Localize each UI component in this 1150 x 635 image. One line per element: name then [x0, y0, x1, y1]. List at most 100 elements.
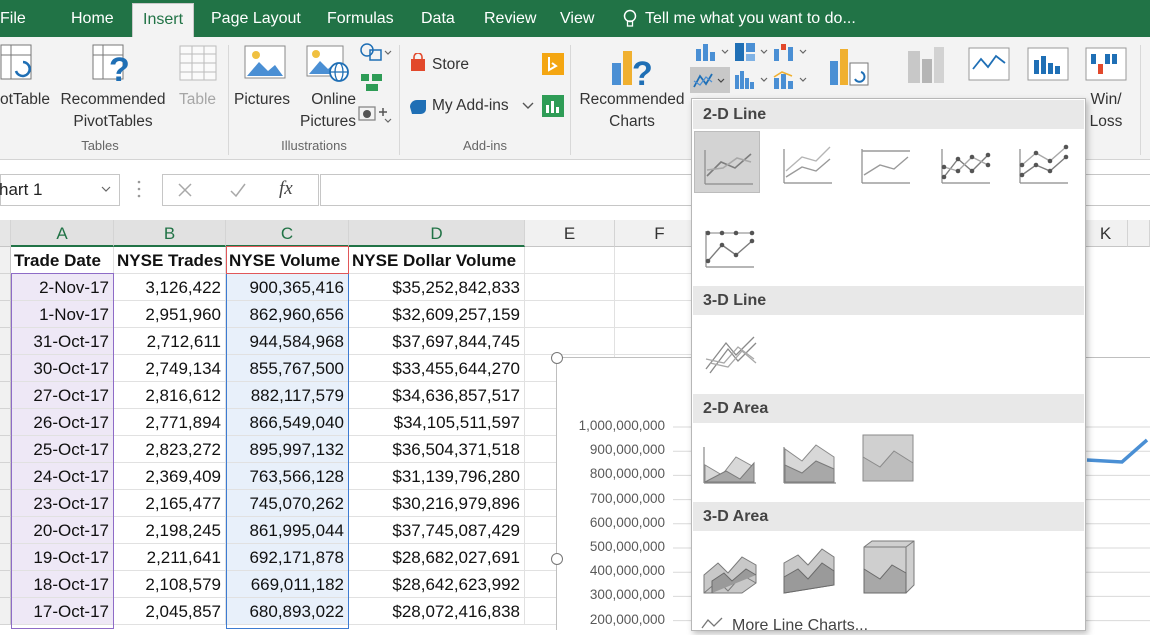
- table-cell[interactable]: $37,697,844,745: [349, 328, 525, 355]
- row-header[interactable]: [0, 382, 11, 409]
- table-cell[interactable]: 2,198,245: [114, 517, 226, 544]
- column-chart-icon[interactable]: [694, 41, 734, 63]
- chevron-down-icon[interactable]: [101, 186, 111, 194]
- table-cell[interactable]: $28,682,027,691: [349, 544, 525, 571]
- stacked-area-chart-option[interactable]: [776, 427, 842, 489]
- table-cell[interactable]: [525, 328, 615, 355]
- table-cell[interactable]: $34,105,511,597: [349, 409, 525, 436]
- header-cell[interactable]: NYSE Trades: [114, 247, 226, 274]
- online-pictures-icon[interactable]: [306, 45, 350, 83]
- sparkline-winloss-icon[interactable]: [1085, 47, 1127, 81]
- combo-chart-icon[interactable]: [772, 69, 812, 91]
- table-cell[interactable]: 2,771,894: [114, 409, 226, 436]
- row-header[interactable]: [0, 301, 11, 328]
- table-cell[interactable]: 24-Oct-17: [11, 463, 114, 490]
- table-cell[interactable]: $36,504,371,518: [349, 436, 525, 463]
- stacked-line-with-markers-option[interactable]: [1010, 131, 1076, 193]
- table-cell[interactable]: 900,365,416: [226, 274, 349, 301]
- table-cell[interactable]: 30-Oct-17: [11, 355, 114, 382]
- chevron-down-icon[interactable]: [522, 101, 534, 111]
- tab-home[interactable]: Home: [71, 0, 114, 37]
- row-header[interactable]: [0, 436, 11, 463]
- pivottable-label[interactable]: otTable: [0, 89, 50, 111]
- row-header[interactable]: [0, 598, 11, 625]
- tab-file[interactable]: File: [0, 0, 26, 37]
- table-cell[interactable]: $32,609,257,159: [349, 301, 525, 328]
- table-cell[interactable]: [525, 301, 615, 328]
- header-cell[interactable]: NYSE Volume: [226, 247, 349, 274]
- select-all-corner[interactable]: [0, 220, 11, 247]
- shapes-icon[interactable]: [358, 41, 392, 65]
- column-header-b[interactable]: B: [114, 220, 226, 247]
- column-header-a[interactable]: A: [11, 220, 114, 247]
- tab-formulas[interactable]: Formulas: [327, 0, 394, 37]
- column-header-d[interactable]: D: [349, 220, 525, 247]
- table-cell[interactable]: 2,749,134: [114, 355, 226, 382]
- table-cell[interactable]: 763,566,128: [226, 463, 349, 490]
- table-cell[interactable]: 2,165,477: [114, 490, 226, 517]
- table-cell[interactable]: 861,995,044: [226, 517, 349, 544]
- bing-icon[interactable]: [542, 53, 564, 75]
- table-cell[interactable]: 25-Oct-17: [11, 436, 114, 463]
- table-icon[interactable]: [179, 45, 217, 83]
- smartart-icon[interactable]: [360, 71, 384, 93]
- table-cell[interactable]: 1-Nov-17: [11, 301, 114, 328]
- table-cell[interactable]: 2,951,960: [114, 301, 226, 328]
- table-cell[interactable]: 745,070,262: [226, 490, 349, 517]
- table-cell[interactable]: 18-Oct-17: [11, 571, 114, 598]
- stacked-line-chart-option[interactable]: [774, 131, 840, 193]
- table-cell[interactable]: 26-Oct-17: [11, 409, 114, 436]
- tab-page-layout[interactable]: Page Layout: [211, 0, 301, 37]
- table-cell[interactable]: 2,712,611: [114, 328, 226, 355]
- 100-stacked-line-chart-option[interactable]: [852, 131, 918, 193]
- table-cell[interactable]: 31-Oct-17: [11, 328, 114, 355]
- table-cell[interactable]: 895,997,132: [226, 436, 349, 463]
- pictures-icon[interactable]: [244, 45, 286, 81]
- pivottable-icon[interactable]: [0, 43, 34, 83]
- line-chart-button-icon[interactable]: [690, 67, 730, 93]
- column-header-l[interactable]: [1128, 220, 1150, 247]
- table-cell[interactable]: 2,823,272: [114, 436, 226, 463]
- recommended-pivottables-icon[interactable]: ?: [92, 43, 134, 85]
- statistic-chart-icon[interactable]: [733, 69, 773, 91]
- row-header[interactable]: [0, 490, 11, 517]
- tab-insert[interactable]: Insert: [132, 3, 195, 38]
- resize-handle-middle-left[interactable]: [550, 552, 564, 566]
- table-cell[interactable]: 669,011,182: [226, 571, 349, 598]
- 100-stacked-line-with-markers-option[interactable]: [696, 213, 762, 275]
- table-cell[interactable]: 862,960,656: [226, 301, 349, 328]
- table-cell[interactable]: 2,211,641: [114, 544, 226, 571]
- tell-me-search[interactable]: Tell me what you want to do...: [645, 0, 856, 37]
- line-chart-option[interactable]: [694, 131, 760, 193]
- table-cell[interactable]: 944,584,968: [226, 328, 349, 355]
- resize-handle-top-left[interactable]: [550, 351, 564, 365]
- area-chart-option[interactable]: [696, 427, 762, 489]
- row-header[interactable]: [0, 355, 11, 382]
- table-cell[interactable]: $30,216,979,896: [349, 490, 525, 517]
- hierarchy-chart-icon[interactable]: [733, 41, 773, 63]
- table-cell[interactable]: 692,171,878: [226, 544, 349, 571]
- table-cell[interactable]: 17-Oct-17: [11, 598, 114, 625]
- row-header[interactable]: [0, 409, 11, 436]
- pictures-label[interactable]: Pictures: [234, 89, 290, 111]
- table-cell[interactable]: 855,767,500: [226, 355, 349, 382]
- sparkline-line-icon[interactable]: [968, 47, 1010, 81]
- waterfall-chart-icon[interactable]: [772, 41, 812, 63]
- people-graph-icon[interactable]: [542, 95, 564, 117]
- table-cell[interactable]: 20-Oct-17: [11, 517, 114, 544]
- line-with-markers-option[interactable]: [932, 131, 998, 193]
- table-cell[interactable]: $35,252,842,833: [349, 274, 525, 301]
- header-cell[interactable]: NYSE Dollar Volume: [349, 247, 525, 274]
- tab-data[interactable]: Data: [421, 0, 455, 37]
- insert-function-icon[interactable]: fx: [279, 178, 293, 200]
- table-cell[interactable]: 2-Nov-17: [11, 274, 114, 301]
- column-header-e[interactable]: E: [525, 220, 615, 247]
- table-cell[interactable]: $28,642,623,992: [349, 571, 525, 598]
- header-cell[interactable]: [525, 247, 615, 274]
- table-cell[interactable]: 2,045,857: [114, 598, 226, 625]
- table-cell[interactable]: 2,108,579: [114, 571, 226, 598]
- table-cell[interactable]: 19-Oct-17: [11, 544, 114, 571]
- store-icon[interactable]: [408, 53, 428, 73]
- more-line-charts-link[interactable]: More Line Charts...: [732, 617, 868, 635]
- tab-review[interactable]: Review: [484, 0, 536, 37]
